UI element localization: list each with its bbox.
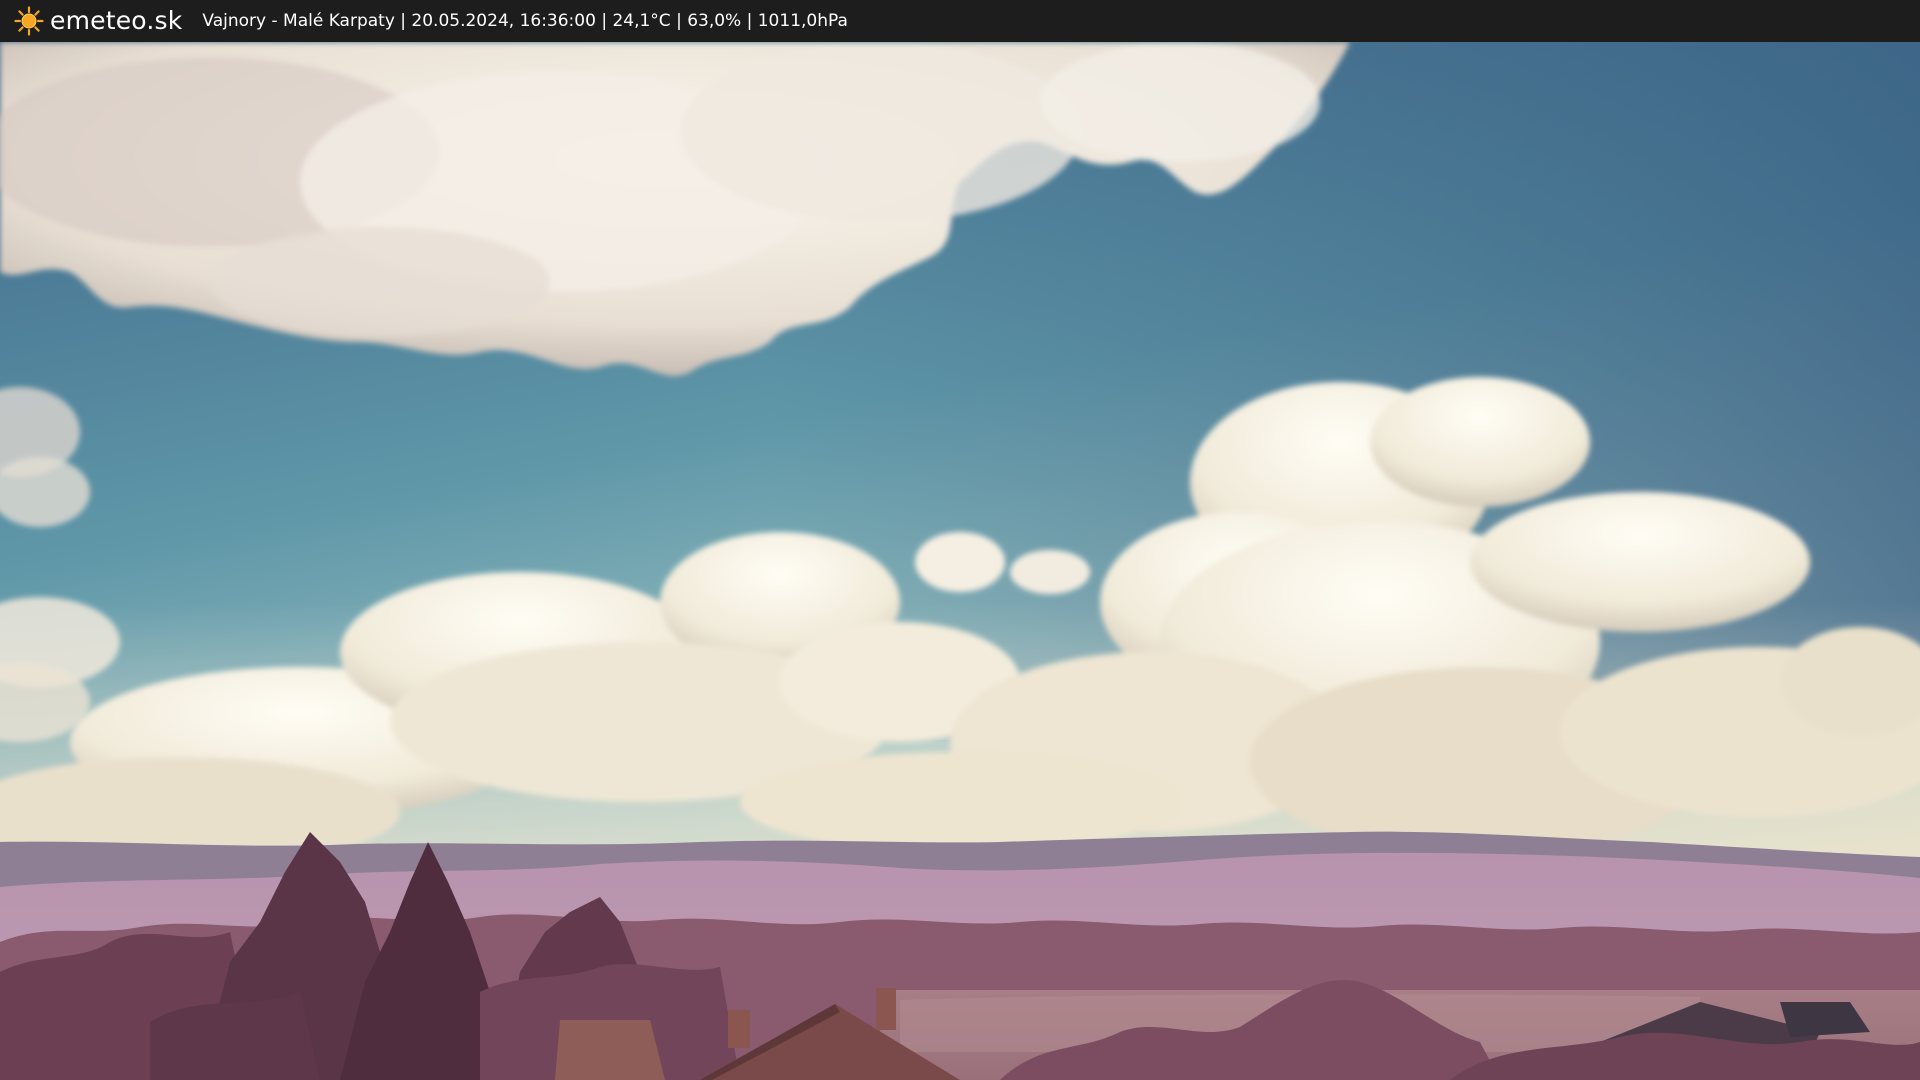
emeteo-logo[interactable]: emeteo.sk [14,0,182,42]
station-caption: Vajnory - Malé Karpaty | 20.05.2024, 16:… [202,11,848,31]
webcam-image [0,42,1920,1080]
webcam-header-bar: emeteo.sk Vajnory - Malé Karpaty | 20.05… [0,0,1920,42]
webcam-frame: emeteo.sk Vajnory - Malé Karpaty | 20.05… [0,0,1920,1080]
logo-text: emeteo.sk [50,6,183,35]
sun-icon [14,6,44,36]
